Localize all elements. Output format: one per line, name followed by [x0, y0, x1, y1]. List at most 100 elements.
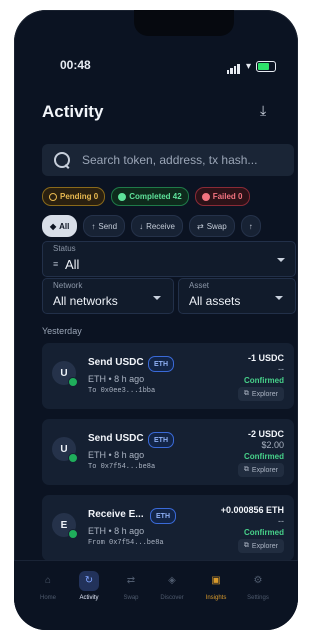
tab-insights[interactable]: ▣ Insights [196, 571, 236, 601]
network-select-value: All networks [53, 294, 118, 308]
status-select-value: All [65, 257, 80, 272]
status-icons: ▾ [226, 59, 276, 74]
transaction-card[interactable]: U Send USDC ETH ETH • 8 h ago To 0x7f54.… [42, 419, 294, 485]
token-avatar: U [52, 361, 78, 387]
chevron-down-icon [153, 296, 161, 300]
tab-discover-label: Discover [160, 595, 184, 601]
transaction-amount: +0.000856 ETH [220, 505, 284, 515]
filter-all-label: All [59, 221, 70, 231]
arrow-down-icon: ↓ [139, 221, 144, 231]
transaction-fiat: -- [278, 364, 284, 374]
send-badge-icon [68, 377, 78, 387]
token-avatar: E [52, 513, 78, 539]
transaction-title: Receive E... [88, 509, 144, 520]
filter-all[interactable]: ◆ All [42, 215, 78, 237]
explorer-label: Explorer [251, 390, 278, 398]
phone-frame: 00:48 ▾ Activity ⤓ Pending 0 Completed 4… [14, 10, 298, 630]
explorer-label: Explorer [251, 542, 278, 550]
history-icon: ↻ [79, 571, 99, 591]
tab-activity[interactable]: ↻ Activity [69, 571, 109, 601]
transaction-address: From 0x7f54...be8a [88, 539, 164, 547]
compass-icon: ◈ [168, 575, 176, 586]
type-filter-chips: ◆ All ↑ Send ↓ Receive ⇄ Swap ↑ [42, 215, 298, 237]
stack-icon: ◆ [50, 221, 57, 231]
send-badge-icon [68, 453, 78, 463]
transaction-address: To 0x7f54...be8a [88, 463, 156, 471]
wifi-icon: ▾ [245, 61, 251, 72]
tab-home-label: Home [39, 595, 56, 601]
arrow-up-icon: ↑ [91, 221, 96, 231]
filter-lines-icon: ≡ [53, 259, 59, 269]
tab-activity-label: Activity [79, 595, 99, 601]
transaction-status: Confirmed [244, 452, 284, 461]
alert-icon [201, 192, 210, 201]
signal-icon [226, 59, 241, 74]
transaction-title: Send USDC [88, 433, 144, 444]
status-select-label: Status [53, 244, 76, 253]
network-tag: ETH [148, 432, 174, 448]
filter-send[interactable]: ↑ Send [83, 215, 126, 237]
notch [134, 10, 234, 36]
transaction-amount: -1 USDC [247, 353, 284, 363]
asset-select[interactable]: Asset All assets [178, 278, 296, 314]
tab-home[interactable]: ⌂ Home [28, 571, 68, 601]
search-input[interactable] [80, 152, 284, 168]
receive-badge-icon [68, 529, 78, 539]
chevron-down-icon [275, 296, 283, 300]
check-icon [118, 192, 127, 201]
transaction-meta: ETH • 8 h ago [88, 450, 145, 460]
pending-pill[interactable]: Pending 0 [42, 187, 106, 206]
home-icon: ⌂ [44, 575, 52, 586]
search-bar[interactable] [42, 144, 294, 176]
avatar-letter: U [60, 443, 68, 455]
transaction-card[interactable]: U Send USDC ETH ETH • 8 h ago To 0x0ee3.… [42, 343, 294, 409]
filter-receive-label: Receive [146, 221, 175, 231]
battery-icon [256, 61, 276, 72]
explorer-button[interactable]: ⧉ Explorer [237, 387, 284, 401]
clock-icon [49, 192, 57, 201]
transaction-fiat: $2.00 [261, 440, 284, 450]
status-time: 00:48 [60, 58, 91, 72]
pending-label: Pending 0 [60, 192, 99, 201]
external-link-icon: ⧉ [243, 390, 249, 397]
status-bar: 00:48 ▾ [14, 56, 298, 78]
filter-receive[interactable]: ↓ Receive [131, 215, 183, 237]
transaction-amount: -2 USDC [247, 429, 284, 439]
page-title: Activity [42, 102, 104, 121]
filter-more[interactable]: ↑ [240, 215, 261, 237]
failed-pill[interactable]: Failed 0 [194, 187, 250, 206]
filter-swap-label: Swap [206, 221, 227, 231]
failed-label: Failed 0 [212, 192, 243, 201]
search-icon [54, 152, 70, 168]
download-icon[interactable]: ⤓ [260, 102, 266, 119]
asset-select-value: All assets [189, 294, 241, 308]
asset-select-label: Asset [189, 281, 210, 290]
summary-pills: Pending 0 Completed 42 Failed 0 [42, 187, 250, 206]
network-select[interactable]: Network All networks [42, 278, 174, 314]
explorer-button[interactable]: ⧉ Explorer [237, 463, 284, 477]
external-link-icon: ⧉ [243, 466, 249, 473]
tab-discover[interactable]: ◈ Discover [152, 571, 192, 601]
tab-insights-label: Insights [205, 595, 227, 601]
swap-icon: ⇄ [196, 221, 204, 231]
status-select[interactable]: Status ≡ All [42, 241, 296, 277]
tab-settings[interactable]: ⚙ Settings [238, 571, 278, 601]
network-tag: ETH [150, 508, 176, 524]
transaction-address: To 0x0ee3...1bba [88, 387, 156, 395]
arrow-up-icon: ↑ [248, 221, 253, 231]
explorer-label: Explorer [251, 466, 278, 474]
gear-icon: ⚙ [253, 575, 263, 586]
completed-pill[interactable]: Completed 42 [111, 187, 189, 206]
transaction-status: Confirmed [244, 528, 284, 537]
explorer-button[interactable]: ⧉ Explorer [237, 539, 284, 553]
filter-swap[interactable]: ⇄ Swap [188, 215, 235, 237]
transaction-fiat: -- [278, 516, 284, 526]
tab-swap[interactable]: ⇄ Swap [111, 571, 151, 601]
transaction-meta: ETH • 8 h ago [88, 526, 145, 536]
network-tag: ETH [148, 356, 174, 372]
transaction-card[interactable]: E Receive E... ETH ETH • 8 h ago From 0x… [42, 495, 294, 561]
transaction-title: Send USDC [88, 357, 144, 368]
section-header: Yesterday [42, 326, 82, 336]
filter-send-label: Send [98, 221, 118, 231]
completed-label: Completed 42 [129, 192, 182, 201]
